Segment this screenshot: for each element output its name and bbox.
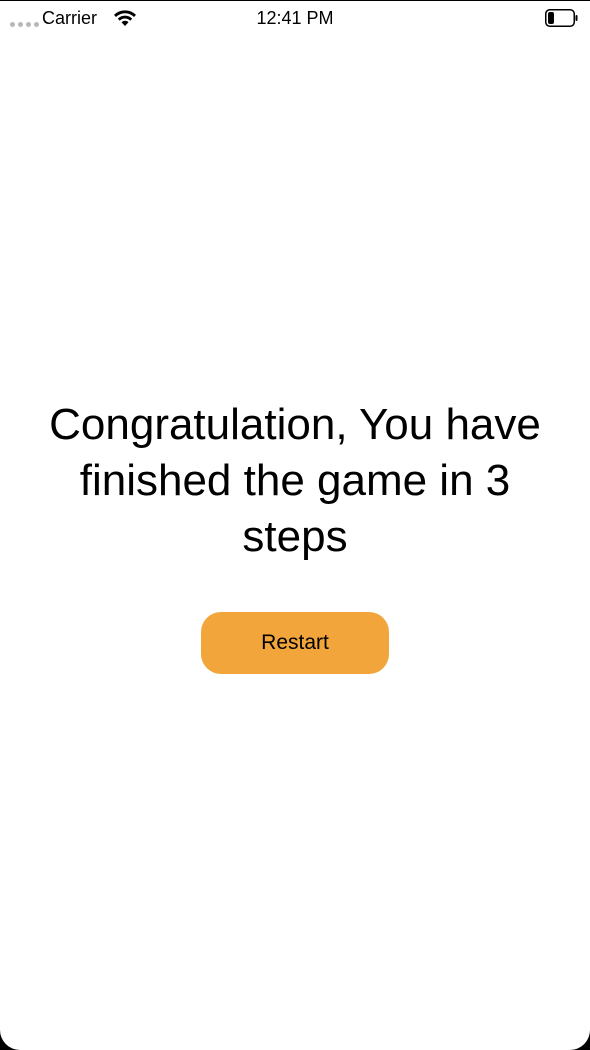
- restart-button[interactable]: Restart: [201, 612, 389, 674]
- status-bar: Carrier 12:41 PM: [0, 1, 590, 37]
- main-content: Congratulation, You have finished the ga…: [0, 397, 590, 565]
- app-screen: Carrier 12:41 PM Congratulation, You hav…: [0, 0, 590, 1050]
- status-time: 12:41 PM: [256, 8, 334, 28]
- battery-level-fill: [548, 12, 554, 24]
- battery-icon: [545, 9, 578, 27]
- congratulation-message: Congratulation, You have finished the ga…: [49, 400, 541, 561]
